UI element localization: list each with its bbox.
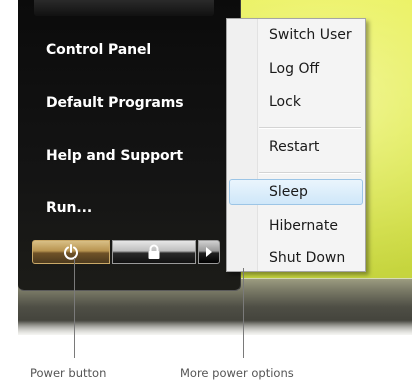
- start-item-help-and-support[interactable]: Help and Support: [46, 148, 183, 164]
- start-item-control-panel[interactable]: Control Panel: [46, 42, 151, 58]
- more-options-callout-line: [243, 268, 244, 358]
- padlock-icon: [148, 244, 160, 259]
- menu-item-lock[interactable]: Lock: [269, 94, 301, 110]
- power-icon: [64, 244, 78, 260]
- menu-item-sleep[interactable]: Sleep: [269, 184, 308, 200]
- more-options-caption: More power options: [180, 366, 294, 380]
- more-power-options-button[interactable]: [198, 240, 220, 264]
- power-button-row: [32, 240, 222, 264]
- menu-separator: [259, 172, 361, 174]
- arrow-right-icon: [206, 247, 212, 257]
- power-options-menu: Switch User Log Off Lock Restart Sleep H…: [226, 18, 366, 272]
- menu-separator: [259, 127, 361, 129]
- menu-item-switch-user[interactable]: Switch User: [269, 27, 352, 43]
- menu-item-hibernate[interactable]: Hibernate: [269, 218, 338, 234]
- menu-item-shut-down[interactable]: Shut Down: [269, 250, 345, 266]
- start-menu-top-strip: [34, 0, 214, 16]
- menu-item-restart[interactable]: Restart: [269, 139, 319, 155]
- power-button-callout-line: [74, 258, 75, 358]
- power-button-caption: Power button: [30, 366, 107, 380]
- start-item-default-programs[interactable]: Default Programs: [46, 95, 184, 111]
- menu-icon-gutter: [227, 19, 258, 271]
- power-button[interactable]: [32, 240, 110, 264]
- menu-item-log-off[interactable]: Log Off: [269, 61, 319, 77]
- lock-button[interactable]: [112, 240, 196, 264]
- screenshot: Control Panel Default Programs Help and …: [0, 0, 412, 385]
- start-item-run[interactable]: Run...: [46, 200, 92, 216]
